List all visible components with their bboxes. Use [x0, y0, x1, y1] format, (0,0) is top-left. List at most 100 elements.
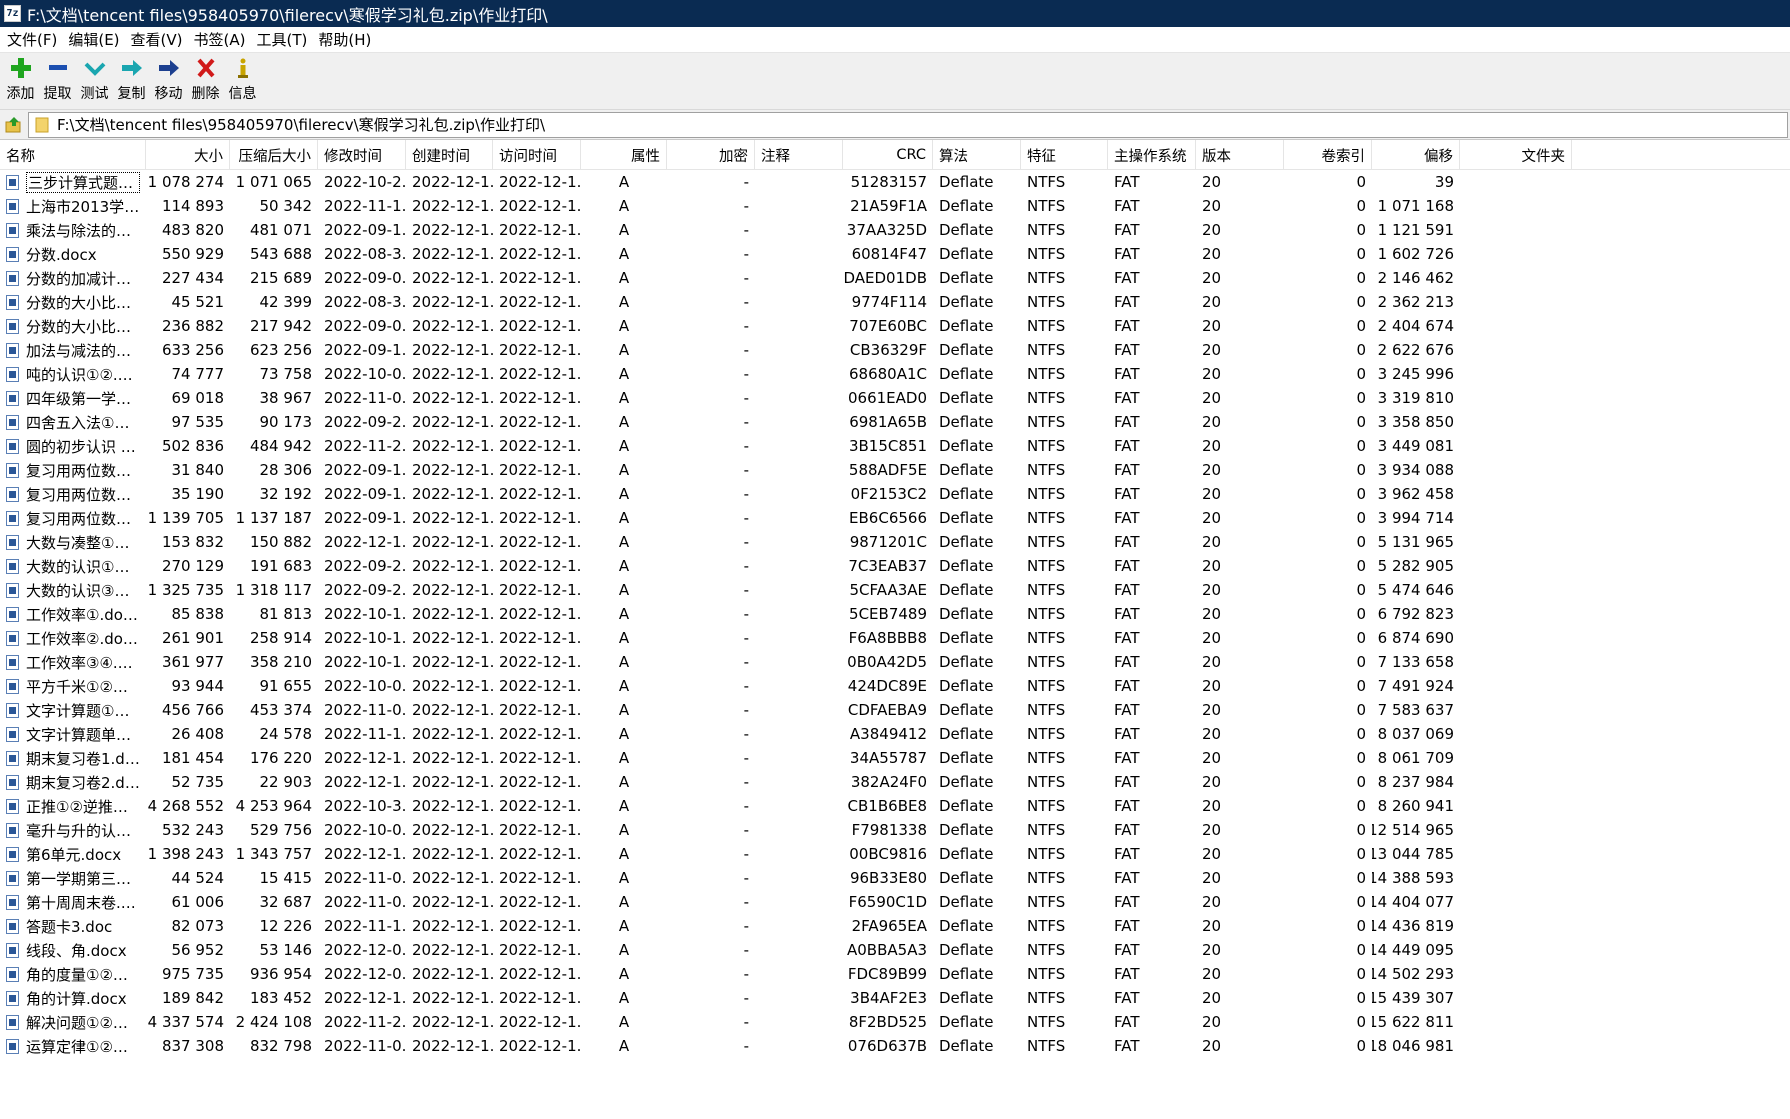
table-row[interactable]: 乘法与除法的关系...483 820481 0712022-09-1...202…	[0, 218, 1790, 242]
menu-tools[interactable]: 工具(T)	[253, 29, 315, 50]
table-row[interactable]: 第十周周末卷.doc 61 006 32 687 2022-11-0... 2022-1…	[0, 890, 1790, 914]
cell-file-size: 97 535	[171, 413, 225, 431]
cell-offset: 39	[1434, 173, 1454, 191]
table-row[interactable]: 分数的大小比较①... 45 521 42 399 2022-08-3... 2022-…	[0, 290, 1790, 314]
cell-accessed-time: 2022-12-1...	[499, 389, 581, 407]
table-row[interactable]: 大数的认识③④⑤... 1 325 735 1 318 117 2022-09-2..…	[0, 578, 1790, 602]
cell-host-os: FAT	[1114, 461, 1140, 479]
menu-file[interactable]: 文件(F)	[4, 29, 65, 50]
table-row[interactable]: 四年级第一学期数... 69 018 38 967 2022-11-0... 2022-…	[0, 386, 1790, 410]
table-row[interactable]: 工作效率①.docx 85 838 81 813 2022-10-1... 2022-1…	[0, 602, 1790, 626]
table-row[interactable]: 文字计算题①②.d... 456 766 453 374 2022-11-0... 20…	[0, 698, 1790, 722]
add-button[interactable]: 添加	[2, 53, 39, 105]
table-row[interactable]: 答题卡3.doc 82 073 12 226 2022-11-1... 2022-12-…	[0, 914, 1790, 938]
col-folders[interactable]: 文件夹	[1460, 140, 1572, 170]
table-row[interactable]: 角的度量①②③④...975 735936 9542022-12-0...202…	[0, 962, 1790, 986]
table-row[interactable]: 毫升与升的认识①...532 243529 7562022-10-0...202…	[0, 818, 1790, 842]
cell-accessed-time: 2022-12-1...	[499, 413, 581, 431]
word-document-icon	[6, 582, 19, 598]
table-row[interactable]: 平方千米①②③.d... 93 944 91 655 2022-10-0... 2022…	[0, 674, 1790, 698]
table-row[interactable]: 第一学期第三、四... 44 524 15 415 2022-11-0... 2022-…	[0, 866, 1790, 890]
table-row[interactable]: 解决问题①②③④... 4 337 574 2 424 108 2022-11-2..…	[0, 1010, 1790, 1034]
table-row[interactable]: 上海市2013学业...114 89350 3422022-11-1...202…	[0, 194, 1790, 218]
cell-encrypted: -	[743, 437, 749, 455]
table-row[interactable]: 复习用两位数乘、... 1 139 705 1 137 187 2022-09-1..…	[0, 506, 1790, 530]
move-button[interactable]: 移动	[150, 53, 187, 105]
cell-modified-time: 2022-12-1...	[324, 845, 406, 863]
cell-created-time: 2022-12-1...	[412, 221, 493, 239]
table-row[interactable]: 期末复习卷1.docx181 454176 2202022-12-1...202…	[0, 746, 1790, 770]
table-row[interactable]: 圆的初步认识 ①...502 836484 9422022-11-2...202…	[0, 434, 1790, 458]
cell-file-size: 85 838	[171, 605, 225, 623]
col-attributes[interactable]: 属性	[581, 140, 667, 170]
table-row[interactable]: 运算定律①②③④...837 308832 7982022-11-0...202…	[0, 1034, 1790, 1058]
col-characteristics[interactable]: 特征	[1021, 140, 1108, 170]
info-button[interactable]: 信息	[224, 53, 261, 105]
col-offset[interactable]: 偏移	[1372, 140, 1460, 170]
table-row[interactable]: 三步计算式题①②... 1 078 274 1 071 065 2022-10-2..…	[0, 170, 1790, 194]
col-accessed[interactable]: 访问时间	[493, 140, 581, 170]
menu-view[interactable]: 查看(V)	[128, 29, 191, 50]
col-encrypted[interactable]: 加密	[667, 140, 755, 170]
table-row[interactable]: 四舍五入法①②.d... 97 535 90 173 2022-09-2... 2022…	[0, 410, 1790, 434]
table-row[interactable]: 工作效率③④.docx361 977358 2102022-10-1...202…	[0, 650, 1790, 674]
table-row[interactable]: 复习用两位数乘、... 35 190 32 192 2022-09-1... 2022-…	[0, 482, 1790, 506]
col-comment[interactable]: 注释	[755, 140, 843, 170]
up-folder-button[interactable]	[0, 111, 28, 139]
cell-attributes: A	[618, 725, 630, 743]
table-row[interactable]: 期末复习卷2.doc 52 735 22 903 2022-12-1... 2022-1…	[0, 770, 1790, 794]
cell-volume-index: 0	[1356, 269, 1366, 287]
cell-method: Deflate	[939, 197, 994, 215]
col-method[interactable]: 算法	[933, 140, 1021, 170]
word-document-icon	[6, 702, 19, 718]
cell-file-name: 分数的大小比较③...	[0, 314, 146, 338]
cell-offset: 18 046 981	[1372, 1037, 1454, 1055]
table-row[interactable]: 吨的认识①②.docx 74 777 73 758 2022-10-0... 2022-…	[0, 362, 1790, 386]
col-name[interactable]: 名称	[0, 140, 146, 170]
table-row[interactable]: 大数的认识①②.d... 270 129 191 683 2022-09-2... 20…	[0, 554, 1790, 578]
cell-version: 20	[1202, 389, 1222, 407]
cell-created-time: 2022-12-1...	[412, 581, 493, 599]
cell-packed-size: 1 343 757	[235, 845, 312, 863]
col-packed-size[interactable]: 压缩后大小	[230, 140, 318, 170]
cell-volume-index: 0	[1356, 533, 1366, 551]
menu-help[interactable]: 帮助(H)	[315, 29, 379, 50]
table-row[interactable]: 正推①②逆推①②... 4 268 552 4 253 964 2022-10-3..…	[0, 794, 1790, 818]
table-row[interactable]: 分数的大小比较③...236 882217 9422022-09-0...202…	[0, 314, 1790, 338]
col-host-os[interactable]: 主操作系统	[1108, 140, 1196, 170]
menu-bookmarks[interactable]: 书签(A)	[191, 29, 254, 50]
table-row[interactable]: 文字计算题单项练... 26 408 24 578 2022-11-1... 2022-…	[0, 722, 1790, 746]
col-size[interactable]: 大小	[146, 140, 230, 170]
file-name-text: 文字计算题①②.d...	[26, 701, 140, 720]
cell-encrypted: -	[743, 389, 749, 407]
delete-button[interactable]: 删除	[187, 53, 224, 105]
col-created[interactable]: 创建时间	[406, 140, 493, 170]
table-row[interactable]: 复习用两位数乘、... 31 840 28 306 2022-09-1... 2022-…	[0, 458, 1790, 482]
cell-crc: CB36329F	[849, 341, 927, 359]
col-volume-index[interactable]: 卷索引	[1284, 140, 1372, 170]
cell-characteristics: NTFS	[1027, 197, 1066, 215]
table-row[interactable]: 加法与减法的关系...633 256623 2562022-09-1...202…	[0, 338, 1790, 362]
address-field[interactable]: F:\文档\tencent files\958405970\filerecv\寒…	[28, 111, 1788, 138]
col-version[interactable]: 版本	[1196, 140, 1284, 170]
cell-encrypted: -	[743, 893, 749, 911]
menu-edit[interactable]: 编辑(E)	[65, 29, 127, 50]
copy-button[interactable]: 复制	[113, 53, 150, 105]
table-row[interactable]: 分数.docx 550 929 543 688 2022-08-3... 2022-12…	[0, 242, 1790, 266]
extract-button[interactable]: 提取	[39, 53, 76, 105]
cell-modified-time: 2022-08-3...	[324, 293, 406, 311]
table-row[interactable]: 分数的加减计算①...227 434215 6892022-09-0...202…	[0, 266, 1790, 290]
col-modified[interactable]: 修改时间	[318, 140, 406, 170]
cell-characteristics: NTFS	[1027, 941, 1066, 959]
cell-packed-size: 484 942	[249, 437, 312, 455]
test-button[interactable]: 测试	[76, 53, 113, 105]
table-row[interactable]: 第6单元.docx 1 398 243 1 343 757 2022-12-1... 2…	[0, 842, 1790, 866]
folder-icon	[35, 117, 49, 133]
table-row[interactable]: 角的计算.docx 189 842 183 452 2022-12-1... 2022-…	[0, 986, 1790, 1010]
col-crc[interactable]: CRC	[843, 140, 933, 170]
cell-attributes: A	[618, 485, 630, 503]
table-row[interactable]: 工作效率②.docx 261 901 258 914 2022-10-1... 2022…	[0, 626, 1790, 650]
table-row[interactable]: 大数与凑整①②.d... 153 832 150 882 2022-12-1... 20…	[0, 530, 1790, 554]
table-row[interactable]: 线段、角.docx 56 952 53 146 2022-12-0... 2022-12…	[0, 938, 1790, 962]
cell-created-time: 2022-12-1...	[412, 533, 493, 551]
